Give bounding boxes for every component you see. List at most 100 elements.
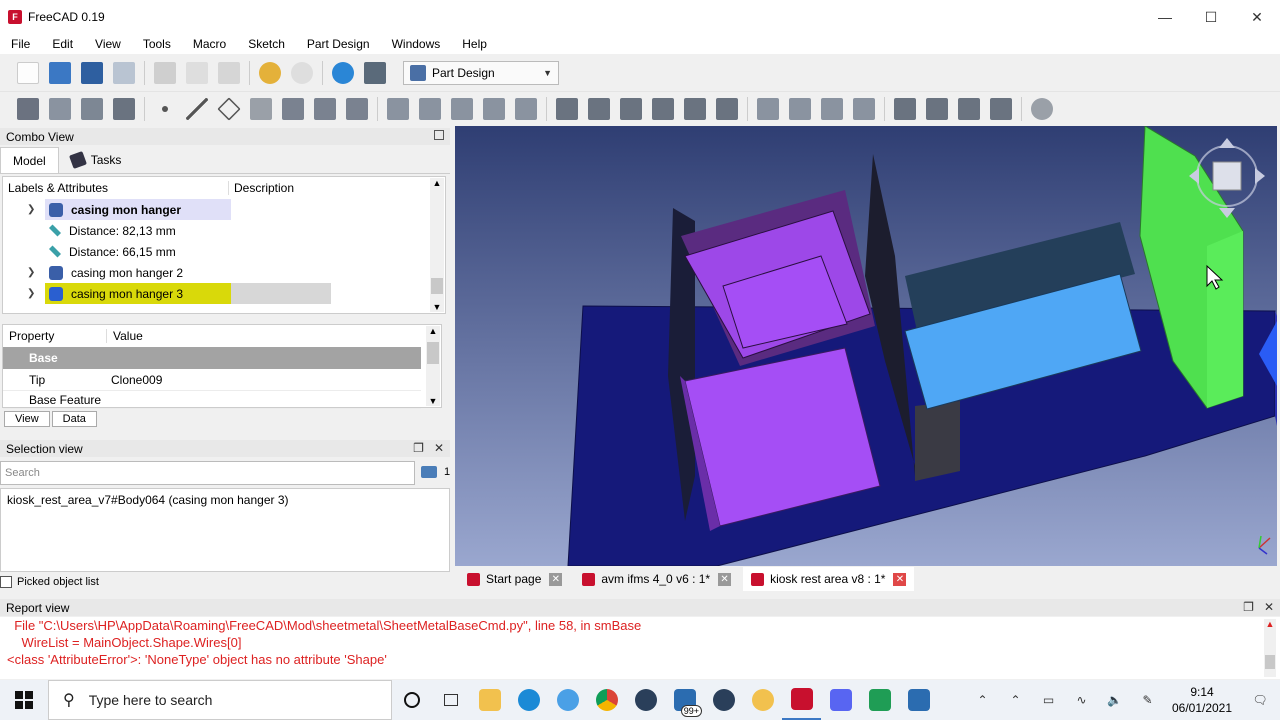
boolean-icon[interactable] [1031, 97, 1053, 120]
property-row-base-feature[interactable]: Base Feature [3, 391, 421, 409]
property-scrollbar[interactable]: ▲ ▼ [426, 326, 440, 406]
3d-viewport[interactable] [455, 126, 1277, 566]
validate-sketch-icon[interactable] [81, 97, 103, 120]
close-tab-icon[interactable]: ✕ [549, 572, 563, 586]
pad-icon[interactable] [387, 97, 409, 120]
menu-part-design[interactable]: Part Design [296, 37, 381, 51]
save-as-icon[interactable] [113, 62, 135, 84]
taskbar-edge[interactable] [509, 680, 548, 720]
workbench-selector[interactable]: Part Design ▼ [403, 61, 559, 85]
taskbar-word[interactable] [899, 680, 938, 720]
float-panel-icon[interactable] [434, 130, 444, 140]
additive-pipe-icon[interactable] [483, 97, 505, 120]
polar-pattern-icon[interactable] [821, 97, 843, 120]
close-tab-icon[interactable]: ✕ [893, 572, 907, 586]
copy-icon[interactable] [186, 62, 208, 84]
picked-object-checkbox[interactable] [0, 576, 12, 588]
system-clock[interactable]: 9:14 06/01/2021 [1164, 684, 1240, 716]
wifi-icon[interactable]: ∿ [1065, 693, 1098, 707]
multi-transform-icon[interactable] [853, 97, 875, 120]
property-column-value[interactable]: Value [107, 329, 143, 343]
menu-macro[interactable]: Macro [182, 37, 237, 51]
expand-arrow-icon[interactable]: ❯ [27, 267, 39, 278]
property-value[interactable]: Clone009 [107, 373, 162, 387]
whats-this-icon[interactable] [364, 62, 386, 84]
menu-file[interactable]: File [0, 37, 41, 51]
clone-icon[interactable] [113, 97, 135, 120]
chamfer-icon[interactable] [926, 97, 948, 120]
menu-edit[interactable]: Edit [41, 37, 84, 51]
tray-chevron-up-icon[interactable]: ⌃ [999, 693, 1032, 707]
taskbar-excel[interactable] [860, 680, 899, 720]
picked-object-list-toggle[interactable]: Picked object list [0, 576, 99, 588]
tree-scrollbar[interactable]: ▲ ▼ [430, 178, 444, 312]
local-coordinate-system-icon[interactable] [250, 97, 272, 120]
save-icon[interactable] [81, 62, 103, 84]
open-file-icon[interactable] [49, 62, 71, 84]
3d-scene[interactable] [455, 126, 1277, 566]
notifications-icon[interactable]: 🗨 [1240, 693, 1280, 707]
taskbar-steam[interactable] [626, 680, 665, 720]
doc-tab-avm-ifms[interactable]: avm ifms 4_0 v6 : 1* ✕ [574, 567, 739, 591]
additive-primitive-icon[interactable] [515, 97, 537, 120]
subtractive-primitive-icon[interactable] [716, 97, 738, 120]
thickness-icon[interactable] [990, 97, 1012, 120]
start-button[interactable] [0, 680, 48, 720]
tab-model[interactable]: Model [0, 147, 59, 173]
linear-pattern-icon[interactable] [789, 97, 811, 120]
tray-expand-icon[interactable]: ⌃ [966, 693, 999, 707]
groove-icon[interactable] [620, 97, 642, 120]
mirrored-icon[interactable] [757, 97, 779, 120]
maximize-button[interactable]: ☐ [1188, 0, 1234, 34]
subshape-binder-icon[interactable] [314, 97, 336, 120]
revolution-icon[interactable] [419, 97, 441, 120]
additive-loft-icon[interactable] [451, 97, 473, 120]
taskbar-search-input[interactable]: ⚲ Type here to search [48, 680, 392, 720]
report-scrollbar[interactable]: ▲ [1264, 619, 1276, 677]
property-column-name[interactable]: Property [3, 329, 107, 343]
hole-icon[interactable] [588, 97, 610, 120]
taskbar-freecad[interactable] [782, 680, 821, 720]
shape-binder-icon[interactable] [282, 97, 304, 120]
close-panel-icon[interactable]: ✕ [1264, 600, 1274, 614]
property-row-tip[interactable]: Tip Clone009 [3, 369, 421, 391]
tray-device-icon[interactable]: ▭ [1032, 693, 1065, 707]
selection-item[interactable]: kiosk_rest_area_v7#Body064 (casing mon h… [7, 493, 443, 507]
property-group-base[interactable]: Base [3, 347, 421, 369]
tree-row-casing-mon-hanger[interactable]: ❯ casing mon hanger [3, 199, 445, 220]
doc-tab-kiosk-rest-area[interactable]: kiosk rest area v8 : 1* ✕ [743, 567, 915, 591]
clone-feature-icon[interactable] [346, 97, 368, 120]
menu-tools[interactable]: Tools [132, 37, 182, 51]
selection-search-input[interactable]: Search [0, 461, 415, 485]
tree-row-distance-1[interactable]: Distance: 82,13 mm [3, 220, 445, 241]
taskbar-chrome[interactable] [587, 680, 626, 720]
datum-line-icon[interactable] [186, 97, 208, 120]
clear-search-icon[interactable] [421, 466, 437, 478]
tab-tasks[interactable]: Tasks [59, 147, 134, 173]
redo-icon[interactable] [291, 62, 313, 84]
pen-icon[interactable]: ✎ [1131, 693, 1164, 707]
cut-icon[interactable] [154, 62, 176, 84]
tab-data[interactable]: Data [51, 411, 97, 427]
expand-arrow-icon[interactable]: ❯ [27, 288, 39, 299]
minimize-button[interactable]: — [1142, 0, 1188, 34]
expand-arrow-icon[interactable]: ❯ [27, 204, 39, 215]
draft-icon[interactable] [958, 97, 980, 120]
paste-icon[interactable] [218, 62, 240, 84]
doc-tab-start-page[interactable]: Start page ✕ [459, 567, 570, 591]
datum-point-icon[interactable] [154, 98, 176, 120]
close-button[interactable]: ✕ [1234, 0, 1280, 34]
taskbar-app-settings[interactable] [548, 680, 587, 720]
float-panel-icon[interactable]: ❐ [413, 441, 424, 455]
tree-column-description[interactable]: Description [229, 181, 294, 195]
float-panel-icon[interactable]: ❐ [1243, 600, 1254, 614]
taskbar-app-hand[interactable] [743, 680, 782, 720]
create-sketch-icon[interactable] [49, 97, 71, 120]
refresh-icon[interactable] [332, 62, 354, 84]
tree-column-labels[interactable]: Labels & Attributes [3, 181, 229, 195]
tree-row-casing-mon-hanger-2[interactable]: ❯ casing mon hanger 2 [3, 262, 445, 283]
taskbar-file-explorer[interactable] [470, 680, 509, 720]
subtractive-loft-icon[interactable] [652, 97, 674, 120]
volume-icon[interactable]: 🔈 [1098, 693, 1131, 707]
tree-row-casing-mon-hanger-3[interactable]: ❯ casing mon hanger 3 [3, 283, 445, 304]
